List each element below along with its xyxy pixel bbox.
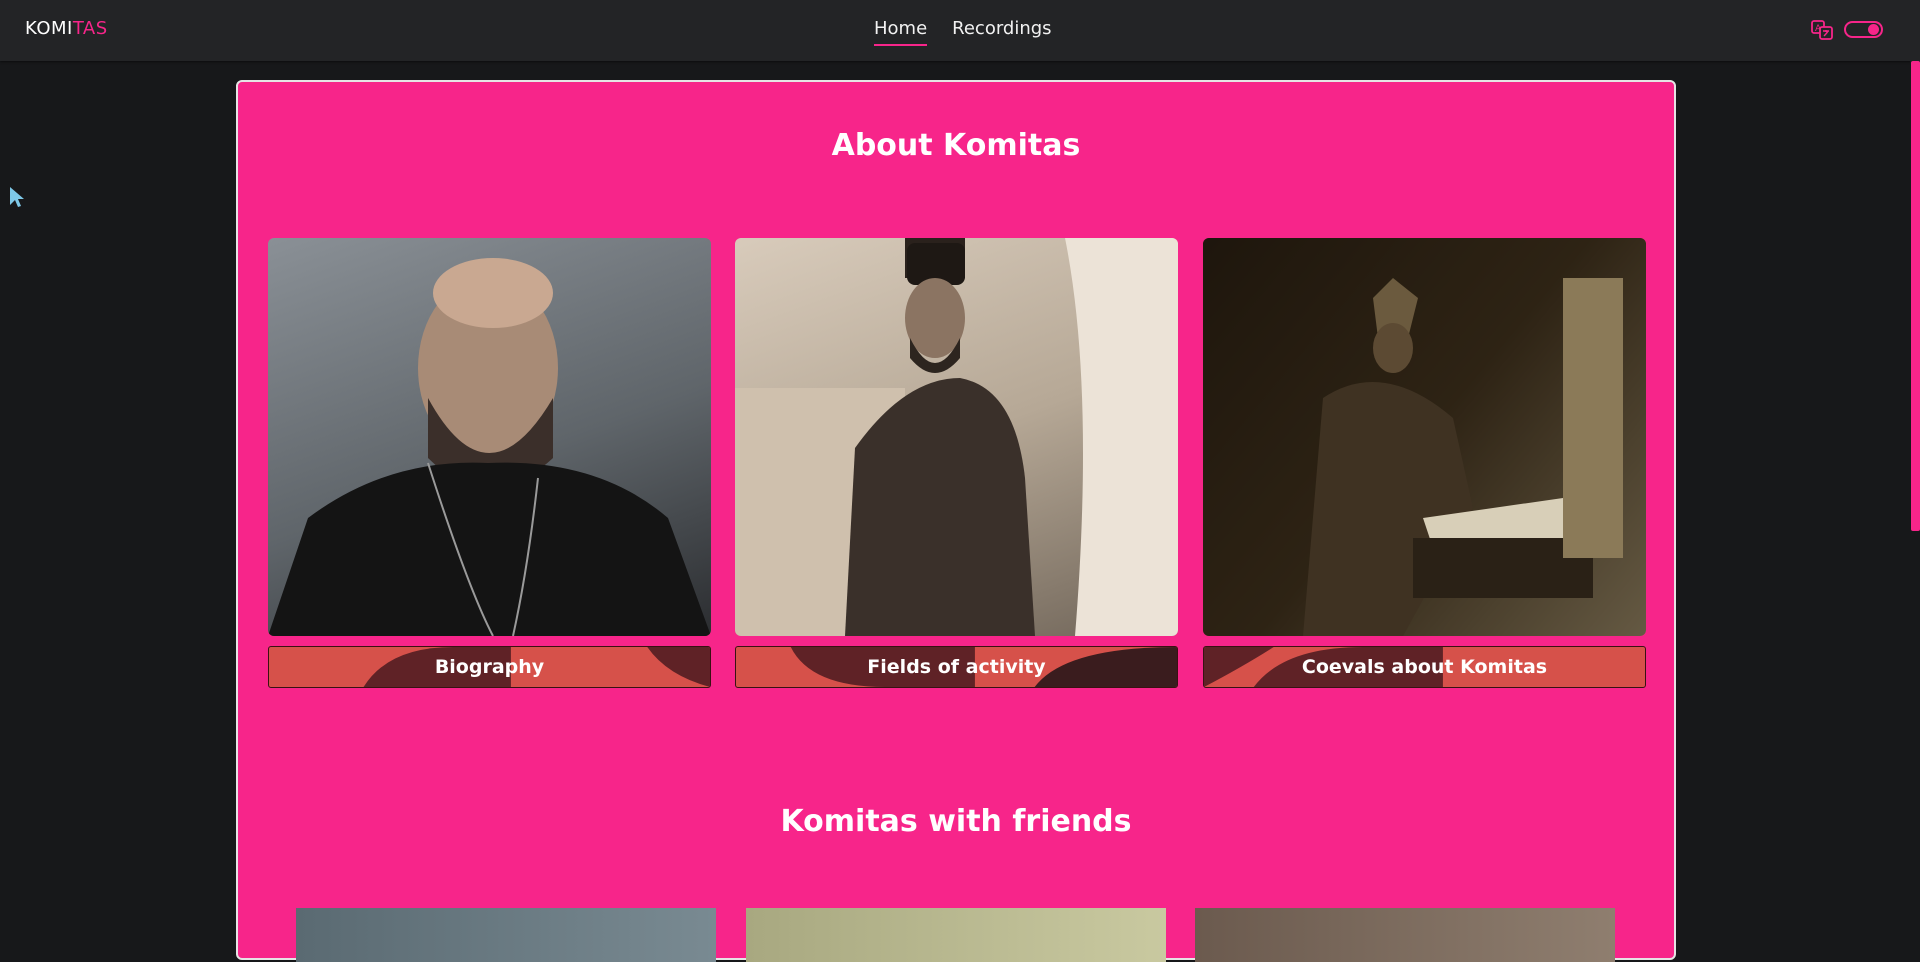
fields-of-activity-button[interactable]: Fields of activity — [735, 646, 1178, 688]
friends-photo-1[interactable] — [296, 908, 716, 962]
nav-link-home[interactable]: Home — [874, 18, 928, 46]
coevals-button[interactable]: Coevals about Komitas — [1203, 646, 1646, 688]
friends-title: Komitas with friends — [780, 804, 1132, 839]
biography-portrait-photo[interactable] — [268, 238, 711, 636]
translate-icon[interactable]: A — [1811, 19, 1833, 41]
content-card: About Komitas Biography Fields of activi… — [236, 80, 1676, 962]
toggle-knob — [1868, 24, 1879, 35]
brand-logo[interactable]: KOMITAS — [25, 18, 108, 39]
biography-label: Biography — [434, 656, 545, 678]
nav-links: Home Recordings — [874, 18, 1052, 46]
coevals-writing-photo[interactable] — [1203, 238, 1646, 636]
brand-text-part1: KOMI — [25, 18, 73, 39]
fields-of-activity-label: Fields of activity — [867, 656, 1046, 678]
about-title: About Komitas — [831, 128, 1081, 163]
top-navbar: KOMITAS Home Recordings A — [0, 0, 1920, 61]
brand-text-part2: TAS — [72, 18, 108, 39]
theme-toggle[interactable] — [1844, 21, 1883, 38]
friends-photo-3[interactable] — [1195, 908, 1615, 962]
coevals-label: Coevals about Komitas — [1301, 656, 1548, 678]
scrollbar-thumb[interactable] — [1911, 61, 1920, 531]
friends-photo-2[interactable] — [746, 908, 1166, 962]
biography-button[interactable]: Biography — [268, 646, 711, 688]
nav-link-recordings[interactable]: Recordings — [952, 18, 1051, 46]
mouse-cursor-icon — [10, 187, 24, 207]
fields-of-activity-photo[interactable] — [735, 238, 1178, 636]
